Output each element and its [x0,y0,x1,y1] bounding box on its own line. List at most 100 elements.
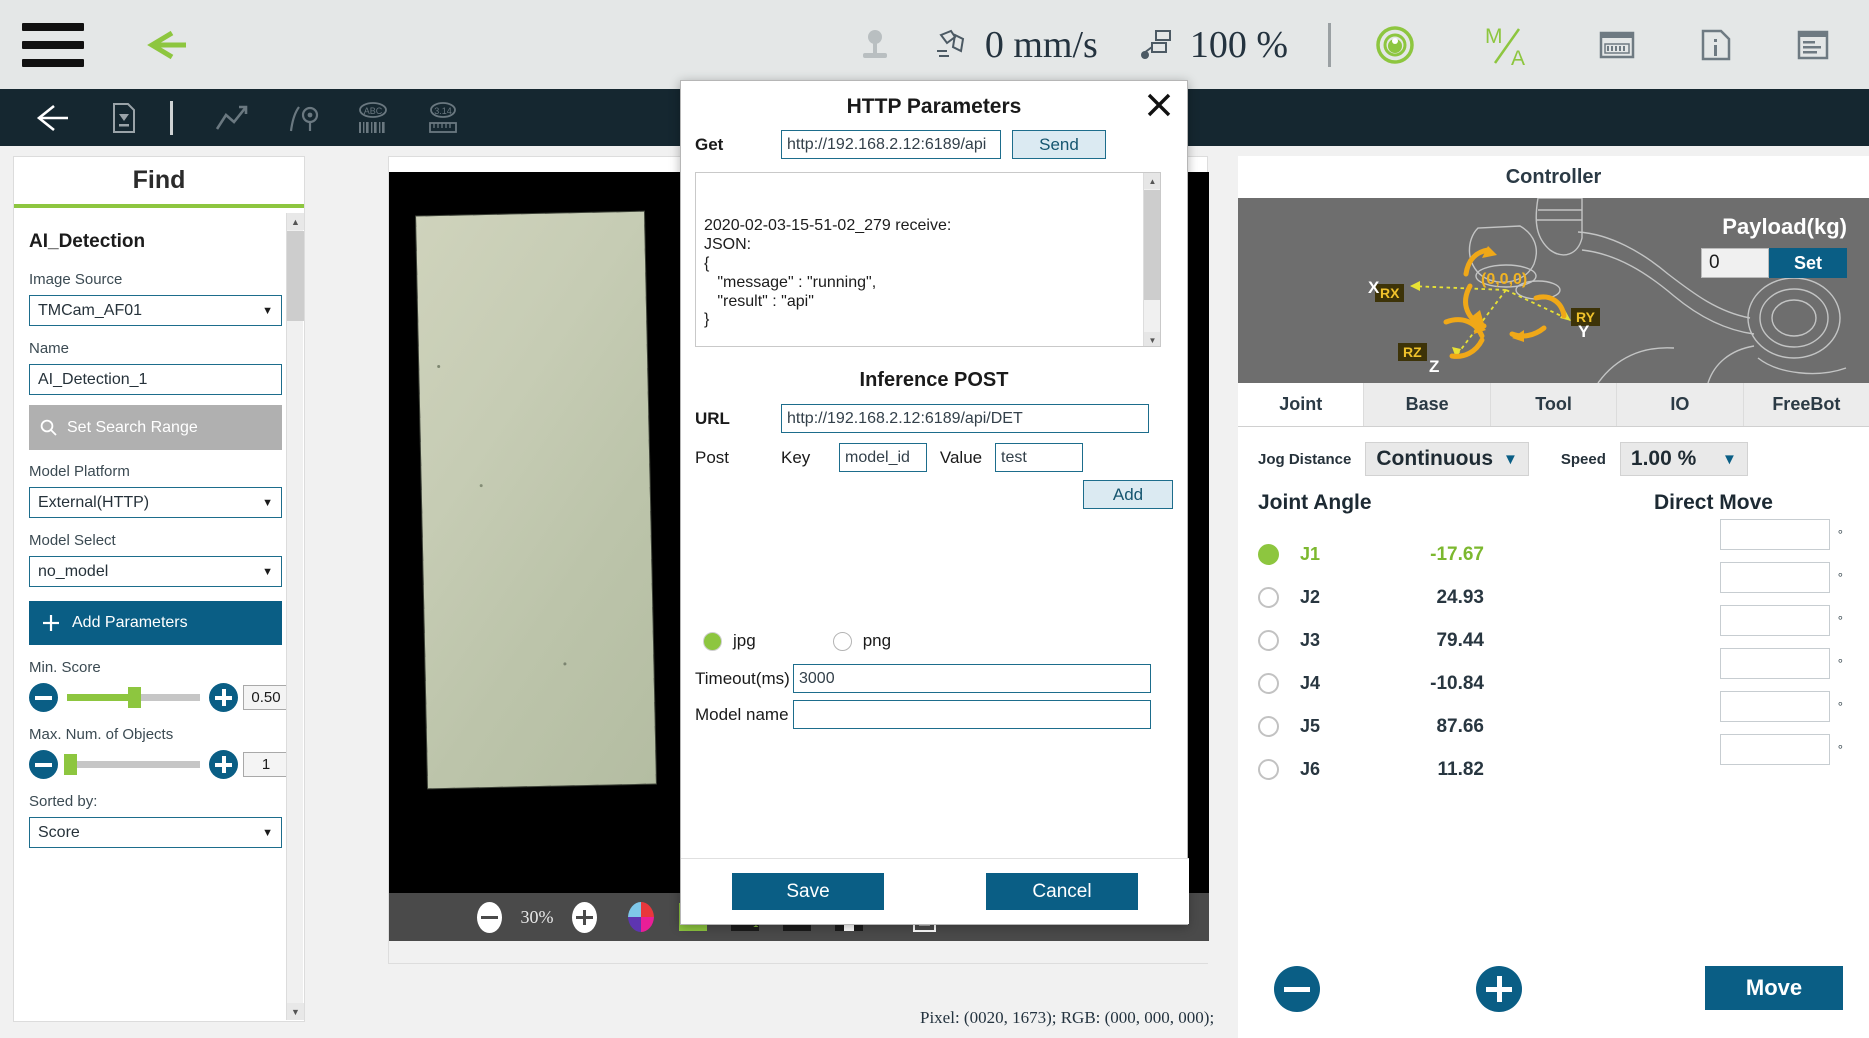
project-speed-indicator: 100 % [1138,23,1288,67]
joint-radio-j3[interactable] [1258,630,1279,651]
tab-freebot[interactable]: FreeBot [1743,383,1869,426]
min-score-value[interactable]: 0.50 [243,685,289,710]
joint-value-j3: 79.44 [1436,629,1484,651]
model-name-row: Model name [681,700,1165,729]
http-parameters-dialog: HTTP Parameters Get Send 2020-02-03-15-5… [680,80,1189,925]
direct-move-input-j4[interactable] [1719,648,1830,679]
joint-radio-j5[interactable] [1258,716,1279,737]
direct-move-input-j5[interactable] [1719,691,1830,722]
power-status-icon[interactable] [1371,21,1419,69]
chevron-down-icon: ▼ [262,565,273,578]
direct-move-input-j1[interactable] [1719,519,1830,550]
max-objects-value[interactable]: 1 [243,752,289,777]
sidebar-scrollbar[interactable]: ▲ ▼ [286,213,304,1020]
joint-angle-area: Joint Angle Direct Move J1 -17.67 J2 24.… [1238,491,1869,791]
max-objects-decrement-button[interactable] [29,750,58,779]
minus-circle-large-icon[interactable] [1274,966,1320,1012]
image-source-select[interactable]: TMCam_AF01 ▼ [29,295,282,326]
add-post-param-button[interactable]: Add [1083,480,1173,509]
direct-move-heading: Direct Move [1653,491,1773,514]
move-button[interactable]: Move [1705,966,1843,1010]
joint-radio-j1[interactable] [1258,544,1279,565]
format-radio-png[interactable] [832,631,852,651]
tab-base[interactable]: Base [1364,383,1491,426]
scroll-up-icon[interactable]: ▲ [1144,173,1160,189]
save-vision-job-icon[interactable] [96,96,152,140]
color-wheel-icon[interactable] [615,893,667,941]
inference-url-input[interactable] [781,404,1149,433]
format-radio-jpg[interactable] [703,631,722,651]
divider [1328,22,1331,67]
scroll-down-icon[interactable]: ▼ [1144,332,1160,346]
manual-auto-icon[interactable]: MA [1479,21,1535,69]
speed-select[interactable]: 1.00 % ▼ [1619,442,1748,476]
measure-ruler-icon[interactable]: 3.14 [415,96,471,140]
send-button[interactable]: Send [1012,130,1106,159]
name-input[interactable] [29,364,282,395]
scroll-up-icon[interactable]: ▲ [287,213,304,230]
min-score-increment-button[interactable] [209,683,238,712]
add-parameters-button[interactable]: Add Parameters [29,601,282,645]
cancel-button[interactable]: Cancel [986,873,1138,910]
scrollbar-thumb[interactable] [1144,190,1160,300]
direct-move-row: ° [1719,513,1843,556]
scroll-down-icon[interactable]: ▼ [287,1003,304,1020]
log-scrollbar[interactable]: ▲ ▼ [1143,173,1160,346]
min-score-decrement-button[interactable] [29,683,58,712]
tab-tool[interactable]: Tool [1490,383,1618,426]
payload-input[interactable] [1701,248,1769,278]
tab-io[interactable]: IO [1617,383,1744,426]
svg-text:ABC: ABC [364,106,383,116]
set-search-range-button[interactable]: Set Search Range [29,405,282,450]
value-label: Value [939,447,983,467]
joint-value-j4: -10.84 [1430,672,1484,694]
virtual-keyboard-icon[interactable] [1595,23,1639,67]
direct-move-input-j3[interactable] [1719,605,1830,636]
tab-joint[interactable]: Joint [1238,383,1365,426]
direct-move-input-j6[interactable] [1719,734,1830,765]
joint-radio-j2[interactable] [1258,587,1279,608]
trend-chart-icon[interactable] [205,96,261,140]
degree-unit: ° [1837,527,1843,542]
min-score-slider[interactable] [67,687,200,708]
direct-move-input-j2[interactable] [1719,562,1830,593]
page-title: Find [14,157,304,208]
position-find-icon[interactable] [275,96,331,140]
direct-move-row: ° [1719,556,1843,599]
joint-radio-j6[interactable] [1258,759,1279,780]
minus-circle-icon[interactable] [477,901,502,933]
payload-set-button[interactable]: Set [1769,248,1847,278]
save-button[interactable]: Save [732,873,884,910]
back-arrow-icon[interactable] [26,96,82,140]
model-platform-select[interactable]: External(HTTP) ▼ [29,487,282,518]
post-value-input[interactable] [995,443,1083,472]
tool-speed-indicator: 0 mm/s [933,23,1098,67]
max-objects-increment-button[interactable] [209,750,238,779]
plus-circle-icon[interactable] [572,901,597,933]
jog-distance-select[interactable]: Continuous ▼ [1365,442,1529,476]
info-icon[interactable] [1693,23,1737,67]
get-url-input[interactable] [781,130,1001,159]
post-key-input[interactable] [839,443,927,472]
hamburger-menu-icon[interactable] [22,22,84,67]
toolbar-secondary-right [1235,89,1869,146]
z-axis-label: Z [1429,357,1440,376]
max-objects-slider[interactable] [63,754,200,775]
sorted-by-select[interactable]: Score ▼ [29,817,282,848]
joystick-icon [853,23,897,67]
plus-icon [43,615,59,631]
direct-move-row: ° [1719,599,1843,642]
close-icon[interactable] [1141,87,1177,123]
back-arrow-icon[interactable] [142,23,198,67]
barcode-abc-icon[interactable]: ABC [345,96,401,140]
plus-circle-large-icon[interactable] [1476,966,1522,1012]
dialog-title: HTTP Parameters [846,95,1022,118]
model-name-input[interactable] [793,700,1151,729]
log-document-icon[interactable] [1791,23,1835,67]
model-select-dropdown[interactable]: no_model ▼ [29,556,282,587]
scrollbar-thumb[interactable] [287,231,304,321]
controller-panel: Controller (0,0,0) RX RY RZ X Y Z Payloa… [1238,156,1869,1038]
jog-distance-value: Continuous [1376,447,1494,470]
joint-radio-j4[interactable] [1258,673,1279,694]
timeout-input[interactable] [793,664,1151,693]
